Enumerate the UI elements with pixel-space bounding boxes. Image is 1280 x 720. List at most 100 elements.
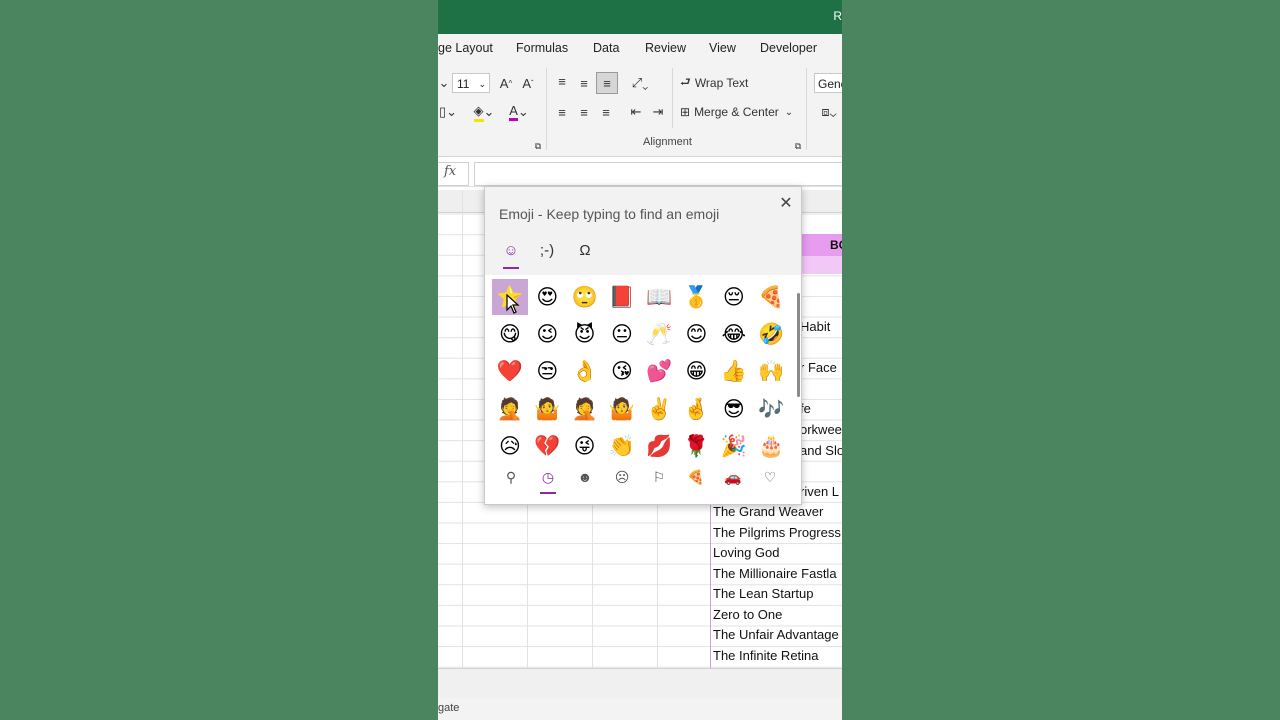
close-icon[interactable]: ✕ [775,193,797,215]
cell-book-title[interactable]: Habit [800,319,830,334]
align-right-icon[interactable]: ≡ [596,101,616,123]
status-text: gate [438,702,460,714]
align-center-icon[interactable]: ≡ [574,101,594,123]
emoji-item[interactable]: 😒 [529,353,565,389]
emoji-item[interactable]: 🥇 [679,279,715,315]
font-dropdown-chevron[interactable]: ⌄ [438,72,450,94]
emoji-item[interactable]: 😉 [529,316,565,352]
cell-book-title[interactable]: Zero to One [713,607,782,622]
increase-font-icon[interactable]: A ^ [496,72,516,94]
tab-review[interactable]: Review [645,41,686,55]
formula-input[interactable] [474,162,842,186]
tab-page-layout[interactable]: ge Layout [438,41,493,55]
emoji-item[interactable]: ✌️ [641,391,677,427]
emoji-item[interactable]: 🤣 [753,316,789,352]
emoji-item[interactable]: 🌹 [679,428,715,464]
emoji-item[interactable]: 😥 [492,428,528,464]
emoji-item[interactable]: 😈 [567,316,603,352]
font-color-icon[interactable]: A ⌄ [504,101,534,123]
fill-color-icon[interactable]: ◈ ⌄ [470,101,498,123]
category-smileys-icon[interactable]: ☻ [571,465,599,489]
tab-data[interactable]: Data [593,41,619,55]
cell-book-title[interactable]: The Millionaire Fastla [713,566,837,581]
emoji-item[interactable]: 👏 [604,428,640,464]
borders-icon[interactable]: ▯⌄ [438,101,458,123]
cell-book-title[interactable]: and Slo [800,443,842,458]
cell-book-title[interactable]: The Grand Weaver [713,504,823,519]
emoji-item[interactable]: 🤦 [492,391,528,427]
cell-book-title[interactable]: The Lean Startup [713,586,813,601]
emoji-item[interactable]: 🥂 [641,316,677,352]
emoji-item[interactable]: 😘 [604,353,640,389]
category-search-icon[interactable]: ⚲ [497,465,525,489]
font-group-launcher-icon[interactable]: ⧉ [532,135,544,157]
align-left-icon[interactable]: ≡ [552,101,572,123]
emoji-item[interactable]: 👌 [567,353,603,389]
emoji-item[interactable]: 💋 [641,428,677,464]
tab-formulas[interactable]: Formulas [516,41,568,55]
emoji-item[interactable]: 🍕 [753,279,789,315]
emoji-tab-smiley-icon[interactable]: ☺ [497,239,525,263]
merge-center-button[interactable]: ⊞ Merge & Center ⌄ [680,101,798,123]
formula-bar: fx [438,160,842,187]
category-symbols-icon[interactable]: ♡ [756,465,784,489]
right-background [842,0,1280,720]
emoji-item[interactable]: 🤷 [529,391,565,427]
emoji-item[interactable]: 🎉 [716,428,752,464]
cell-book-title[interactable]: The Infinite Retina [713,648,819,663]
increase-indent-icon[interactable]: ⇥ [648,101,668,123]
category-people-icon[interactable]: ☹ [608,465,636,489]
cell-book-title[interactable]: r Face [800,360,837,375]
emoji-item[interactable]: 🎂 [753,428,789,464]
decrease-indent-icon[interactable]: ⇤ [626,101,646,123]
emoji-item[interactable]: 😋 [492,316,528,352]
category-recent-icon[interactable]: ◷ [534,465,562,489]
tab-developer[interactable]: Developer [760,41,817,55]
emoji-item[interactable]: 🙄 [567,279,603,315]
emoji-item[interactable]: 🤷 [604,391,640,427]
bottom-align-icon[interactable]: ≡ [596,72,618,94]
emoji-item[interactable]: 😁 [679,353,715,389]
emoji-item[interactable]: 😎 [716,391,752,427]
emoji-item[interactable]: 🙌 [753,353,789,389]
fx-icon[interactable]: fx [444,164,456,179]
cell-book-title[interactable]: orkwee [800,422,842,437]
cell-book-title[interactable]: The Unfair Advantage [713,627,839,642]
emoji-item[interactable]: 😐 [604,316,640,352]
top-align-icon[interactable]: ≡ [552,70,572,92]
category-travel-icon[interactable]: 🚗 [719,465,747,489]
emoji-item[interactable]: 😍 [529,279,565,315]
emoji-item[interactable]: 😊 [679,316,715,352]
emoji-item[interactable]: 📕 [604,279,640,315]
emoji-scrollbar[interactable] [797,293,800,397]
conditional-format-icon[interactable]: ⧈⌄ [816,101,842,123]
emoji-item[interactable]: 💕 [641,353,677,389]
emoji-panel-title: Emoji - Keep typing to find an emoji [499,206,720,222]
emoji-item[interactable]: 📖 [641,279,677,315]
emoji-item[interactable]: 😂 [716,316,752,352]
orientation-icon[interactable]: ⤢⌄ [626,72,654,94]
wrap-text-button[interactable]: ⮐ Wrap Text [680,72,760,94]
decrease-font-icon[interactable]: Aˇ [518,72,538,94]
cell-book-title[interactable]: The Pilgrims Progress [713,525,841,540]
emoji-item[interactable]: 😜 [567,428,603,464]
emoji-item[interactable]: 🎶 [753,391,789,427]
emoji-item[interactable]: 😔 [716,279,752,315]
number-format-select[interactable]: Gene [814,73,842,93]
emoji-item[interactable]: ❤️ [492,353,528,389]
category-celebration-icon[interactable]: ⚐ [645,465,673,489]
emoji-item[interactable]: 🤦 [567,391,603,427]
tab-view[interactable]: View [709,41,736,55]
font-size-select[interactable]: 11 ⌄ [452,73,490,93]
category-food-icon[interactable]: 🍕 [682,465,710,489]
emoji-item[interactable]: 💔 [529,428,565,464]
kaomoji-tab-icon[interactable]: ;-) [533,239,561,263]
emoji-item[interactable]: 🤞 [679,391,715,427]
cell-book-title[interactable]: riven L [800,484,839,499]
cell-book-title[interactable]: Loving God [713,545,780,560]
sheet-tabs-bar [438,668,842,699]
alignment-group-launcher-icon[interactable]: ⧉ [792,135,804,157]
middle-align-icon[interactable]: ≡ [574,72,594,94]
emoji-item[interactable]: 👍 [716,353,752,389]
symbols-tab-icon[interactable]: Ω [571,239,599,263]
